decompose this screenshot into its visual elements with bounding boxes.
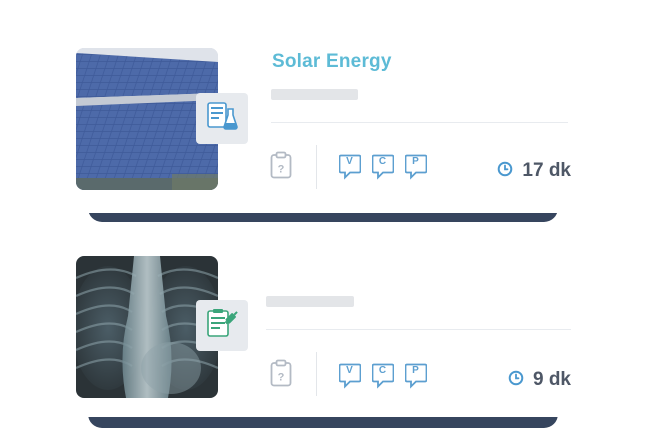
tag-label: P (412, 365, 419, 376)
course-type-badge (196, 300, 248, 351)
tag-label: C (378, 156, 387, 167)
subtitle-placeholder (271, 89, 358, 100)
tag-label: V (346, 365, 353, 376)
clock-icon (508, 370, 524, 391)
tag-p-icon[interactable]: P (404, 154, 428, 185)
title-placeholder (266, 296, 354, 307)
tag-v-icon[interactable]: V (338, 154, 362, 185)
course-type-badge (196, 93, 248, 144)
vertical-divider (316, 352, 317, 396)
document-syringe-icon (205, 307, 239, 344)
course-card[interactable]: ? V C P 9 dk (54, 234, 593, 417)
duration-text: 9 dk (532, 369, 571, 390)
course-title[interactable]: Solar Energy (272, 51, 392, 73)
divider (271, 122, 568, 123)
svg-text:?: ? (278, 164, 285, 176)
duration-text: 17 dk (522, 160, 571, 181)
tag-label: P (412, 156, 419, 167)
tag-v-icon[interactable]: V (338, 363, 362, 394)
svg-text:?: ? (278, 372, 285, 384)
quiz-clipboard-icon[interactable]: ? (270, 151, 292, 184)
duration: 17 dk (497, 160, 571, 182)
duration: 9 dk (508, 369, 571, 391)
tag-c-icon[interactable]: C (371, 363, 395, 394)
quiz-clipboard-icon[interactable]: ? (270, 359, 292, 392)
document-flask-icon (206, 101, 238, 136)
course-card[interactable]: Solar Energy ? V C P 17 dk (54, 29, 593, 213)
clock-icon (497, 161, 513, 182)
divider (266, 329, 571, 330)
tag-p-icon[interactable]: P (404, 363, 428, 394)
vertical-divider (316, 145, 317, 189)
tag-label: V (346, 156, 353, 167)
tag-label: C (378, 365, 387, 376)
tag-c-icon[interactable]: C (371, 154, 395, 185)
